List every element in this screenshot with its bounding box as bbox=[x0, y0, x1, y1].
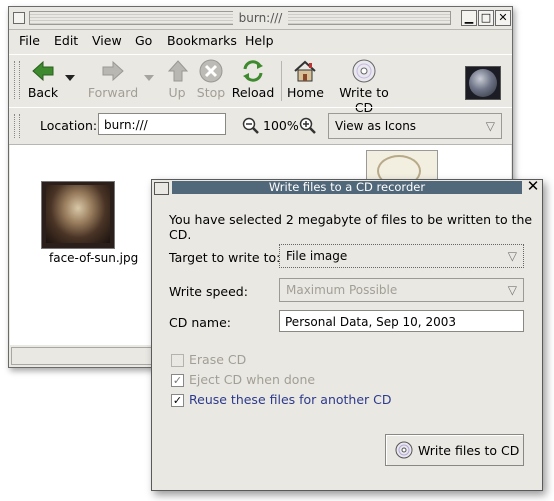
home-icon bbox=[294, 60, 316, 82]
chevron-down-icon: ▽ bbox=[485, 119, 495, 133]
menu-view[interactable]: View bbox=[92, 33, 122, 48]
speed-dropdown[interactable]: Maximum Possible ▽ bbox=[279, 278, 524, 302]
dialog-titlebar[interactable]: Write files to a CD recorder ✕ bbox=[152, 179, 542, 195]
view-as-dropdown[interactable]: View as Icons ▽ bbox=[328, 113, 502, 139]
menu-edit[interactable]: Edit bbox=[54, 33, 78, 48]
chevron-down-icon: ▽ bbox=[507, 249, 517, 263]
up-button[interactable]: Up bbox=[164, 57, 190, 100]
write-cd-dialog: Write files to a CD recorder ✕ You have … bbox=[151, 179, 543, 491]
menu-help[interactable]: Help bbox=[245, 33, 274, 48]
menubar: File Edit View Go Bookmarks Help bbox=[9, 30, 512, 52]
toolbar-handle[interactable] bbox=[14, 61, 20, 99]
toolbar: Back Forward Up Stop Reload Home Write t… bbox=[9, 54, 512, 115]
file-label[interactable]: face-of-sun.jpg bbox=[49, 251, 138, 265]
stop-button[interactable]: Stop bbox=[195, 57, 227, 100]
window-title: burn:/// bbox=[9, 11, 512, 25]
forward-button[interactable]: Forward bbox=[83, 57, 143, 100]
reload-label: Reload bbox=[231, 85, 275, 100]
cd-name-label: CD name: bbox=[169, 315, 231, 330]
forward-arrow-icon bbox=[102, 60, 124, 82]
eject-cd-label: Eject CD when done bbox=[189, 372, 316, 387]
location-label: Location: bbox=[40, 118, 98, 133]
reload-button[interactable]: Reload bbox=[231, 57, 275, 100]
speed-value: Maximum Possible bbox=[286, 283, 398, 297]
reload-icon bbox=[243, 60, 263, 82]
location-input[interactable]: burn:/// bbox=[98, 113, 226, 135]
home-button[interactable]: Home bbox=[287, 57, 324, 100]
face-of-sun-thumbnail[interactable] bbox=[41, 181, 115, 249]
target-label: Target to write to: bbox=[169, 250, 281, 265]
dialog-menu-button[interactable] bbox=[154, 182, 169, 195]
dialog-message: You have selected 2 megabyte of files to… bbox=[169, 212, 533, 242]
cd-icon bbox=[352, 59, 376, 83]
back-label: Back bbox=[27, 85, 59, 100]
cd-name-input[interactable]: Personal Data, Sep 10, 2003 bbox=[279, 310, 524, 332]
location-bar-handle[interactable] bbox=[14, 114, 20, 138]
cd-icon bbox=[395, 441, 413, 459]
back-arrow-icon bbox=[32, 60, 54, 82]
erase-cd-checkbox[interactable] bbox=[171, 354, 184, 367]
target-dropdown[interactable]: File image ▽ bbox=[279, 244, 524, 268]
throbber bbox=[465, 66, 501, 100]
up-arrow-icon bbox=[167, 60, 189, 82]
speed-label: Write speed: bbox=[169, 284, 248, 299]
toolbar-separator bbox=[281, 61, 282, 101]
erase-cd-label: Erase CD bbox=[189, 352, 247, 367]
back-button[interactable]: Back bbox=[23, 57, 63, 100]
zoom-out-icon[interactable] bbox=[242, 117, 260, 135]
menu-bookmarks[interactable]: Bookmarks bbox=[167, 33, 237, 48]
menu-go[interactable]: Go bbox=[135, 33, 152, 48]
stop-icon bbox=[199, 59, 223, 83]
dialog-title: Write files to a CD recorder bbox=[172, 181, 522, 194]
reuse-files-checkbox[interactable]: ✓ bbox=[171, 394, 184, 407]
zoom-in-icon[interactable] bbox=[299, 117, 317, 135]
write-files-label: Write files to CD bbox=[418, 443, 520, 458]
chevron-down-icon: ▽ bbox=[507, 283, 517, 297]
photo-image bbox=[46, 185, 110, 243]
menu-file[interactable]: File bbox=[19, 33, 40, 48]
up-label: Up bbox=[168, 85, 186, 100]
minimize-button[interactable]: ▁ bbox=[461, 10, 477, 26]
stop-label: Stop bbox=[196, 85, 226, 100]
dialog-close-icon[interactable]: ✕ bbox=[526, 179, 540, 194]
zoom-level[interactable]: 100% bbox=[263, 118, 299, 133]
view-as-value: View as Icons bbox=[335, 119, 417, 133]
target-value: File image bbox=[286, 249, 348, 263]
forward-dropdown-icon[interactable] bbox=[144, 75, 154, 83]
location-bar: Location: burn:/// 100% View as Icons ▽ bbox=[9, 107, 512, 145]
back-dropdown-icon[interactable] bbox=[65, 75, 75, 83]
eject-cd-checkbox[interactable]: ✓ bbox=[171, 374, 184, 387]
home-label: Home bbox=[287, 85, 324, 100]
window-titlebar[interactable]: burn:/// ▁ □ ✕ bbox=[9, 7, 512, 30]
forward-label: Forward bbox=[87, 85, 139, 100]
close-button[interactable]: ✕ bbox=[495, 10, 511, 26]
maximize-button[interactable]: □ bbox=[478, 10, 494, 26]
write-files-button[interactable]: Write files to CD bbox=[385, 434, 524, 466]
throbber-orb-icon bbox=[469, 69, 497, 97]
reuse-files-label[interactable]: Reuse these files for another CD bbox=[189, 392, 392, 407]
